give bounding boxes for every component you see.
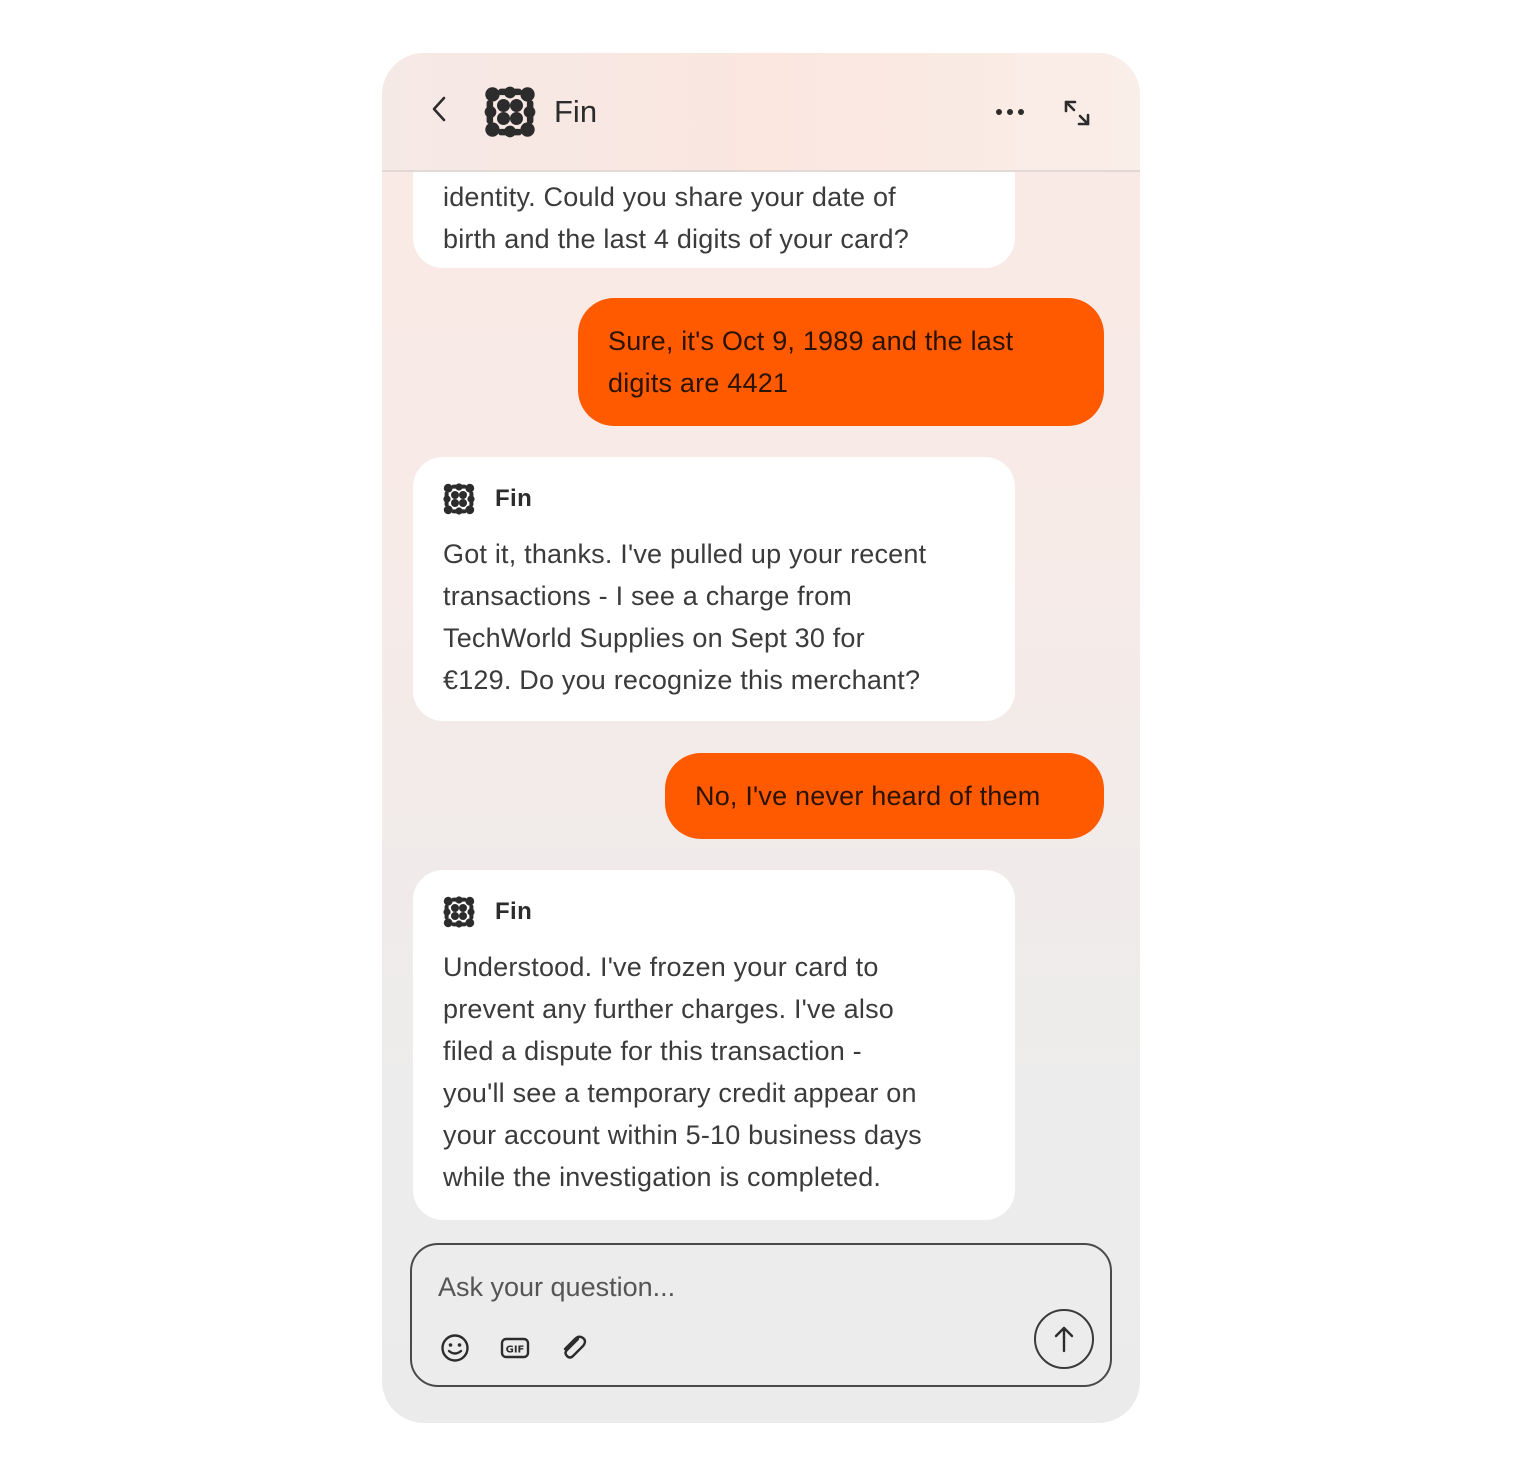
more-horizontal-icon [996, 109, 1024, 115]
fin-logo-icon [484, 86, 536, 138]
expand-button[interactable] [1062, 98, 1092, 128]
message-line: your account within 5-10 business days [443, 1120, 922, 1150]
back-button[interactable] [426, 95, 454, 123]
message-line: filed a dispute for this transaction - [443, 1036, 862, 1066]
bot-message-header: Fin [443, 479, 985, 519]
message-line: No, I've never heard of them [695, 781, 1041, 811]
fin-logo-icon [443, 896, 475, 928]
fin-logo-icon [443, 483, 475, 515]
header-title: Fin [554, 94, 598, 129]
bot-message: Fin Got it, thanks. I've pulled up your … [413, 457, 1015, 721]
expand-icon [1064, 100, 1090, 126]
message-line: birth and the last 4 digits of your card… [443, 224, 909, 254]
message-line: TechWorld Supplies on Sept 30 for [443, 623, 865, 653]
message-line: Got it, thanks. I've pulled up your rece… [443, 539, 927, 569]
attach-button[interactable] [556, 1331, 590, 1365]
arrow-up-icon [1054, 1326, 1074, 1353]
bot-author-name: Fin [495, 485, 533, 512]
user-message: No, I've never heard of them [665, 753, 1104, 839]
message-input[interactable] [438, 1267, 998, 1307]
message-line: prevent any further charges. I've also [443, 994, 894, 1024]
more-options-button[interactable] [992, 98, 1028, 126]
gif-icon: GIF [500, 1337, 530, 1359]
message-line: you'll see a temporary credit appear on [443, 1078, 917, 1108]
message-line: digits are 4421 [608, 368, 789, 398]
bot-message: Fin Understood. I've frozen your card to… [413, 870, 1015, 1220]
bot-author-name: Fin [495, 898, 533, 925]
bot-message: identity. Could you share your date of b… [413, 172, 1015, 268]
svg-text:GIF: GIF [506, 1345, 525, 1356]
message-line: identity. Could you share your date of [443, 182, 896, 212]
paperclip-icon [563, 1335, 587, 1359]
user-message: Sure, it's Oct 9, 1989 and the last digi… [578, 298, 1104, 426]
send-button[interactable] [1034, 1309, 1094, 1369]
chevron-left-icon [432, 96, 446, 122]
message-composer: GIF [410, 1243, 1112, 1387]
message-line: while the investigation is completed. [443, 1162, 882, 1192]
message-line: transactions - I see a charge from [443, 581, 852, 611]
message-line: €129. Do you recognize this merchant? [443, 665, 921, 695]
message-list[interactable]: identity. Could you share your date of b… [382, 172, 1140, 1232]
chat-widget: Fin identity. Could you share your date … [382, 53, 1140, 1423]
message-line: Understood. I've frozen your card to [443, 952, 879, 982]
gif-button[interactable]: GIF [498, 1331, 532, 1365]
emoji-icon [441, 1334, 469, 1362]
emoji-button[interactable] [438, 1331, 472, 1365]
message-line: Sure, it's Oct 9, 1989 and the last [608, 326, 1014, 356]
bot-message-header: Fin [443, 892, 985, 932]
chat-header: Fin [382, 53, 1140, 172]
